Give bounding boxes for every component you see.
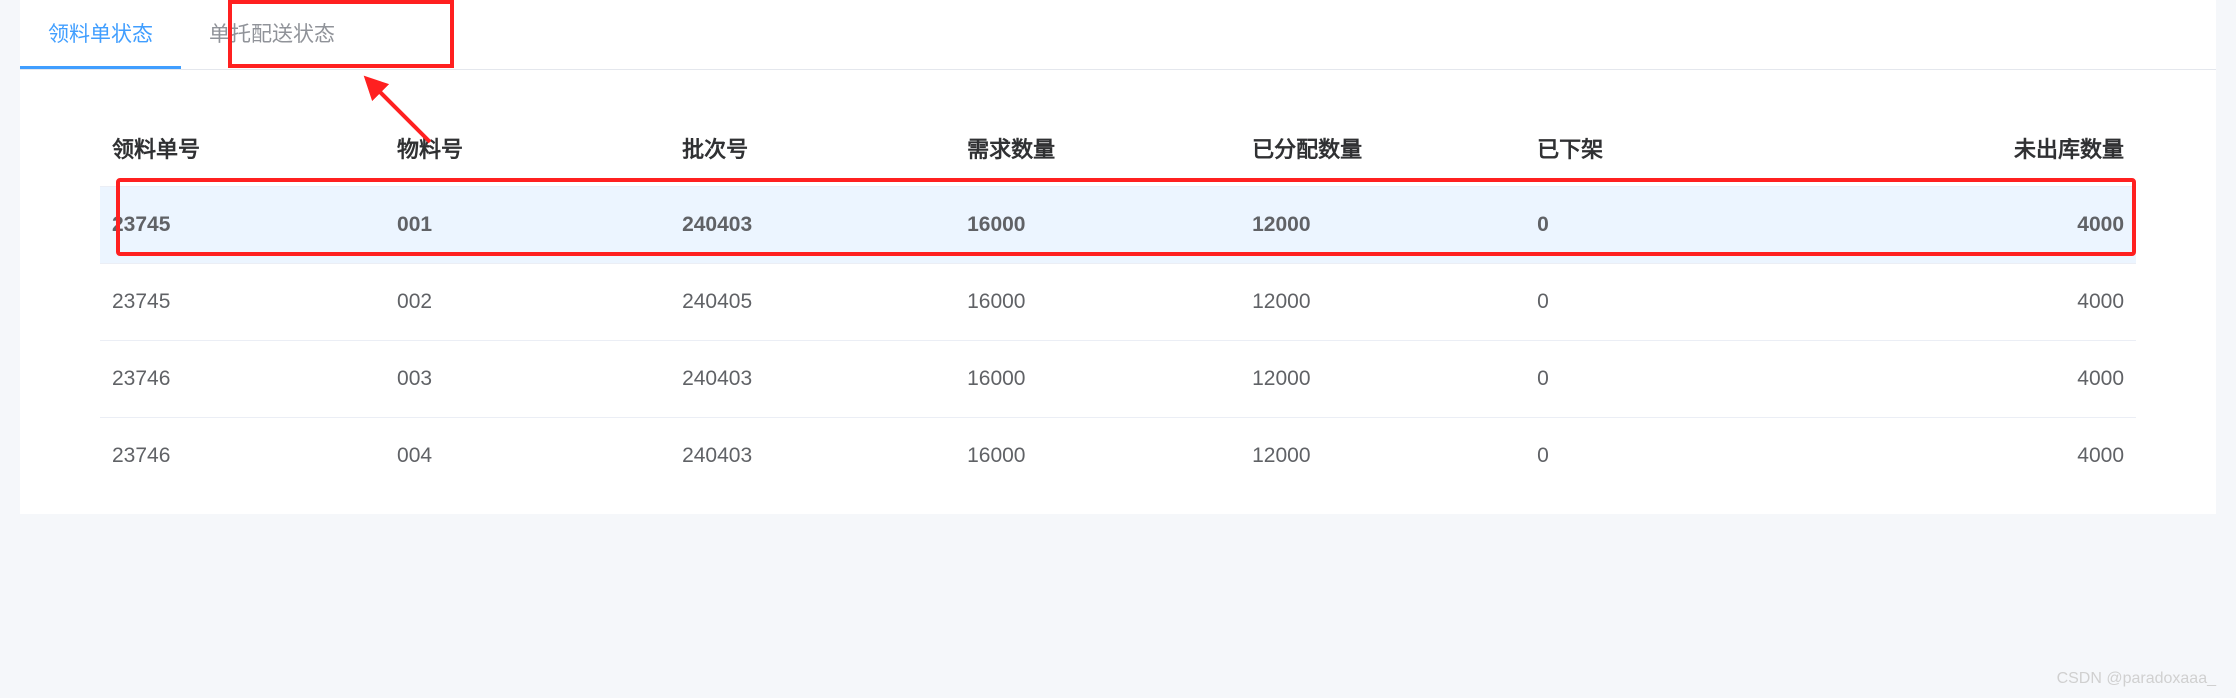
table-cell: 23745: [100, 187, 385, 264]
table-cell: 23746: [100, 341, 385, 418]
table-cell: 0: [1525, 341, 1810, 418]
table-cell: 001: [385, 187, 670, 264]
table-cell: 240403: [670, 341, 955, 418]
table-cell: 4000: [1810, 341, 2136, 418]
table-row[interactable]: 23746004240403160001200004000: [100, 418, 2136, 495]
table-cell: 004: [385, 418, 670, 495]
table-cell: 0: [1525, 264, 1810, 341]
table-cell: 003: [385, 341, 670, 418]
table-cell: 4000: [1810, 264, 2136, 341]
tab-delivery-status[interactable]: 单托配送状态: [181, 0, 363, 69]
table-wrapper: 领料单号 物料号 批次号 需求数量 已分配数量 已下架 未出库数量 237450…: [20, 70, 2216, 514]
table-cell: 12000: [1240, 418, 1525, 495]
table-cell: 240405: [670, 264, 955, 341]
header-unshipped-qty: 未出库数量: [1810, 110, 2136, 187]
table-row[interactable]: 23745001240403160001200004000: [100, 187, 2136, 264]
tab-label: 单托配送状态: [209, 23, 335, 46]
table-cell: 4000: [1810, 187, 2136, 264]
tab-bar: 领料单状态 单托配送状态: [20, 0, 2216, 70]
header-batch-no: 批次号: [670, 110, 955, 187]
header-order-no: 领料单号: [100, 110, 385, 187]
watermark: CSDN @paradoxaaa_: [2057, 670, 2216, 688]
table-cell: 23746: [100, 418, 385, 495]
table-row[interactable]: 23745002240405160001200004000: [100, 264, 2136, 341]
table-header-row: 领料单号 物料号 批次号 需求数量 已分配数量 已下架 未出库数量: [100, 110, 2136, 187]
table-cell: 12000: [1240, 341, 1525, 418]
header-material-no: 物料号: [385, 110, 670, 187]
table-cell: 240403: [670, 418, 955, 495]
table-cell: 002: [385, 264, 670, 341]
table-cell: 16000: [955, 264, 1240, 341]
table-cell: 12000: [1240, 187, 1525, 264]
table-cell: 4000: [1810, 418, 2136, 495]
tab-label: 领料单状态: [48, 23, 153, 46]
header-allocated-qty: 已分配数量: [1240, 110, 1525, 187]
table-cell: 240403: [670, 187, 955, 264]
table-cell: 0: [1525, 418, 1810, 495]
table-cell: 23745: [100, 264, 385, 341]
table-cell: 0: [1525, 187, 1810, 264]
table-cell: 12000: [1240, 264, 1525, 341]
table-cell: 16000: [955, 341, 1240, 418]
table-cell: 16000: [955, 187, 1240, 264]
tab-material-status[interactable]: 领料单状态: [20, 0, 181, 69]
header-demand-qty: 需求数量: [955, 110, 1240, 187]
material-table: 领料单号 物料号 批次号 需求数量 已分配数量 已下架 未出库数量 237450…: [100, 110, 2136, 494]
header-off-shelf: 已下架: [1525, 110, 1810, 187]
table-row[interactable]: 23746003240403160001200004000: [100, 341, 2136, 418]
table-cell: 16000: [955, 418, 1240, 495]
